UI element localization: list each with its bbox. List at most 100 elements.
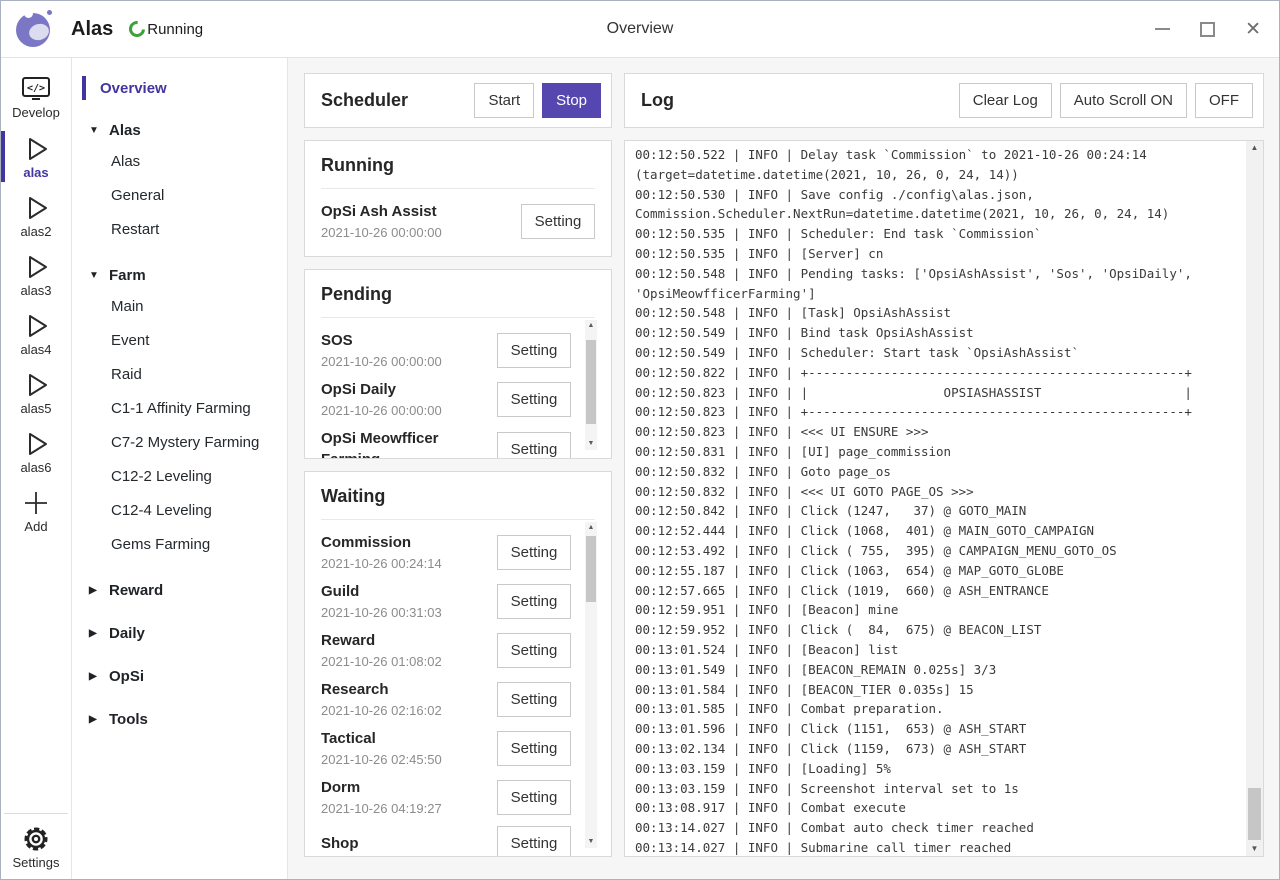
scheduler-title: Scheduler bbox=[321, 90, 474, 111]
pending-scrollbar[interactable]: ▲ ▼ bbox=[585, 320, 597, 450]
sidebar-item-label: alas2 bbox=[20, 224, 51, 239]
log-line: (target=datetime.datetime(2021, 10, 26, … bbox=[635, 165, 1239, 185]
scrollbar-thumb[interactable] bbox=[586, 340, 596, 424]
task-name: Shop bbox=[321, 833, 491, 854]
nav-item-c1-1-affinity-farming[interactable]: C1-1 Affinity Farming bbox=[72, 392, 287, 426]
task-name: Research bbox=[321, 679, 491, 700]
maximize-button[interactable] bbox=[1200, 22, 1215, 37]
scroll-up-icon[interactable]: ▲ bbox=[588, 320, 595, 332]
task-setting-button[interactable]: Setting bbox=[521, 204, 595, 239]
task-name: Dorm bbox=[321, 777, 491, 798]
nav-item-general[interactable]: General bbox=[72, 179, 287, 213]
sidebar-item-alas[interactable]: alas bbox=[1, 127, 71, 186]
log-line: 00:13:14.027 | INFO | Combat auto check … bbox=[635, 818, 1239, 838]
nav-group-label: OpSi bbox=[109, 668, 144, 685]
sidebar-item-alas2[interactable]: alas2 bbox=[1, 186, 71, 245]
nav-group-label: Reward bbox=[109, 582, 163, 599]
log-line: 00:12:50.832 | INFO | <<< UI GOTO PAGE_O… bbox=[635, 482, 1239, 502]
start-button[interactable]: Start bbox=[474, 83, 534, 118]
sidebar-item-label: Settings bbox=[13, 855, 60, 870]
nav-item-restart[interactable]: Restart bbox=[72, 213, 287, 247]
nav-group-reward[interactable]: ▶Reward bbox=[72, 575, 287, 605]
active-indicator bbox=[1, 131, 5, 182]
task-item: Shop Setting bbox=[321, 826, 571, 857]
nav-item-gems-farming[interactable]: Gems Farming bbox=[72, 528, 287, 562]
nav-group-tools[interactable]: ▶Tools bbox=[72, 704, 287, 734]
running-card: Running OpSi Ash Assist2021-10-26 00:00:… bbox=[304, 140, 612, 257]
log-line: 00:12:53.492 | INFO | Click ( 755, 395) … bbox=[635, 541, 1239, 561]
task-item: Commission2021-10-26 00:24:14Setting bbox=[321, 532, 571, 573]
log-line: 00:12:50.823 | INFO | | OPSIASHASSIST | bbox=[635, 383, 1239, 403]
log-line: 00:12:57.665 | INFO | Click (1019, 660) … bbox=[635, 581, 1239, 601]
task-next-run-time: 2021-10-26 00:00:00 bbox=[321, 401, 491, 420]
nav-item-event[interactable]: Event bbox=[72, 324, 287, 358]
auto-scroll-on-button[interactable]: Auto Scroll ON bbox=[1060, 83, 1187, 118]
task-next-run-time: 2021-10-26 00:31:03 bbox=[321, 603, 491, 622]
task-setting-button[interactable]: Setting bbox=[497, 432, 571, 459]
waiting-title: Waiting bbox=[321, 484, 595, 520]
task-setting-button[interactable]: Setting bbox=[497, 731, 571, 766]
sidebar-item-alas4[interactable]: alas4 bbox=[1, 304, 71, 363]
log-line: 00:13:08.917 | INFO | Combat execute bbox=[635, 798, 1239, 818]
nav-item-c12-4-leveling[interactable]: C12-4 Leveling bbox=[72, 494, 287, 528]
log-line: 00:12:50.548 | INFO | [Task] OpsiAshAssi… bbox=[635, 303, 1239, 323]
nav-item-c7-2-mystery-farming[interactable]: C7-2 Mystery Farming bbox=[72, 426, 287, 460]
scrollbar-thumb[interactable] bbox=[1248, 788, 1261, 840]
content-area: Scheduler Start Stop Running OpSi Ash As… bbox=[288, 58, 1279, 879]
nav-item-raid[interactable]: Raid bbox=[72, 358, 287, 392]
nav-group-farm[interactable]: ▼Farm bbox=[72, 260, 287, 290]
nav-menu: Overview ▼AlasAlasGeneralRestart▼FarmMai… bbox=[72, 58, 288, 879]
chevron-right-icon: ▶ bbox=[89, 714, 99, 725]
scroll-up-icon[interactable]: ▲ bbox=[1251, 141, 1259, 155]
nav-overview-label: Overview bbox=[100, 80, 167, 97]
svg-text:</>: </> bbox=[27, 83, 45, 94]
clear-log-button[interactable]: Clear Log bbox=[959, 83, 1052, 118]
nav-item-c12-2-leveling[interactable]: C12-2 Leveling bbox=[72, 460, 287, 494]
task-setting-button[interactable]: Setting bbox=[497, 682, 571, 717]
chevron-right-icon: ▶ bbox=[89, 628, 99, 639]
chevron-right-icon: ▶ bbox=[89, 671, 99, 682]
nav-group-label: Farm bbox=[109, 267, 146, 284]
scroll-down-icon[interactable]: ▼ bbox=[1251, 842, 1259, 856]
app-window: Alas Running Overview ✕ </>Developalasal… bbox=[0, 0, 1280, 880]
play-icon bbox=[21, 134, 51, 164]
log-line: 00:12:50.823 | INFO | +-----------------… bbox=[635, 402, 1239, 422]
sidebar-item-settings[interactable]: Settings bbox=[4, 813, 68, 879]
waiting-scrollbar[interactable]: ▲ ▼ bbox=[585, 522, 597, 848]
sidebar-item-add[interactable]: Add bbox=[1, 481, 71, 540]
task-setting-button[interactable]: Setting bbox=[497, 826, 571, 857]
close-button[interactable]: ✕ bbox=[1245, 22, 1261, 37]
auto-scroll-off-button[interactable]: OFF bbox=[1195, 83, 1253, 118]
log-line: 00:12:50.842 | INFO | Click (1247, 37) @… bbox=[635, 501, 1239, 521]
task-setting-button[interactable]: Setting bbox=[497, 535, 571, 570]
nav-item-alas[interactable]: Alas bbox=[72, 145, 287, 179]
task-setting-button[interactable]: Setting bbox=[497, 382, 571, 417]
sidebar-item-alas6[interactable]: alas6 bbox=[1, 422, 71, 481]
scroll-up-icon[interactable]: ▲ bbox=[588, 522, 595, 534]
chevron-down-icon: ▼ bbox=[89, 125, 99, 136]
task-item: OpSi Daily2021-10-26 00:00:00Setting bbox=[321, 379, 571, 420]
task-item: Tactical2021-10-26 02:45:50Setting bbox=[321, 728, 571, 769]
sidebar-item-alas3[interactable]: alas3 bbox=[1, 245, 71, 304]
nav-group-opsi[interactable]: ▶ OpSi bbox=[72, 661, 287, 691]
nav-item-main[interactable]: Main bbox=[72, 290, 287, 324]
log-line: 00:13:01.584 | INFO | [BEACON_TIER 0.035… bbox=[635, 680, 1239, 700]
task-name: OpSi Meowfficer Farming bbox=[321, 428, 491, 459]
sidebar-item-alas5[interactable]: alas5 bbox=[1, 363, 71, 422]
log-scrollbar[interactable]: ▲ ▼ bbox=[1246, 141, 1263, 856]
scroll-down-icon[interactable]: ▼ bbox=[588, 438, 595, 450]
scroll-down-icon[interactable]: ▼ bbox=[588, 836, 595, 848]
nav-group-alas[interactable]: ▼Alas bbox=[72, 115, 287, 145]
stop-button[interactable]: Stop bbox=[542, 83, 601, 118]
task-setting-button[interactable]: Setting bbox=[497, 333, 571, 368]
task-setting-button[interactable]: Setting bbox=[497, 584, 571, 619]
task-name: Guild bbox=[321, 581, 491, 602]
nav-item-overview[interactable]: Overview bbox=[72, 74, 287, 102]
task-setting-button[interactable]: Setting bbox=[497, 780, 571, 815]
nav-group-daily[interactable]: ▶Daily bbox=[72, 618, 287, 648]
minimize-button[interactable] bbox=[1155, 28, 1170, 30]
sidebar-item-label: Develop bbox=[12, 105, 60, 120]
scrollbar-thumb[interactable] bbox=[586, 536, 596, 602]
task-setting-button[interactable]: Setting bbox=[497, 633, 571, 668]
sidebar-item-develop[interactable]: </> Develop bbox=[1, 68, 71, 127]
